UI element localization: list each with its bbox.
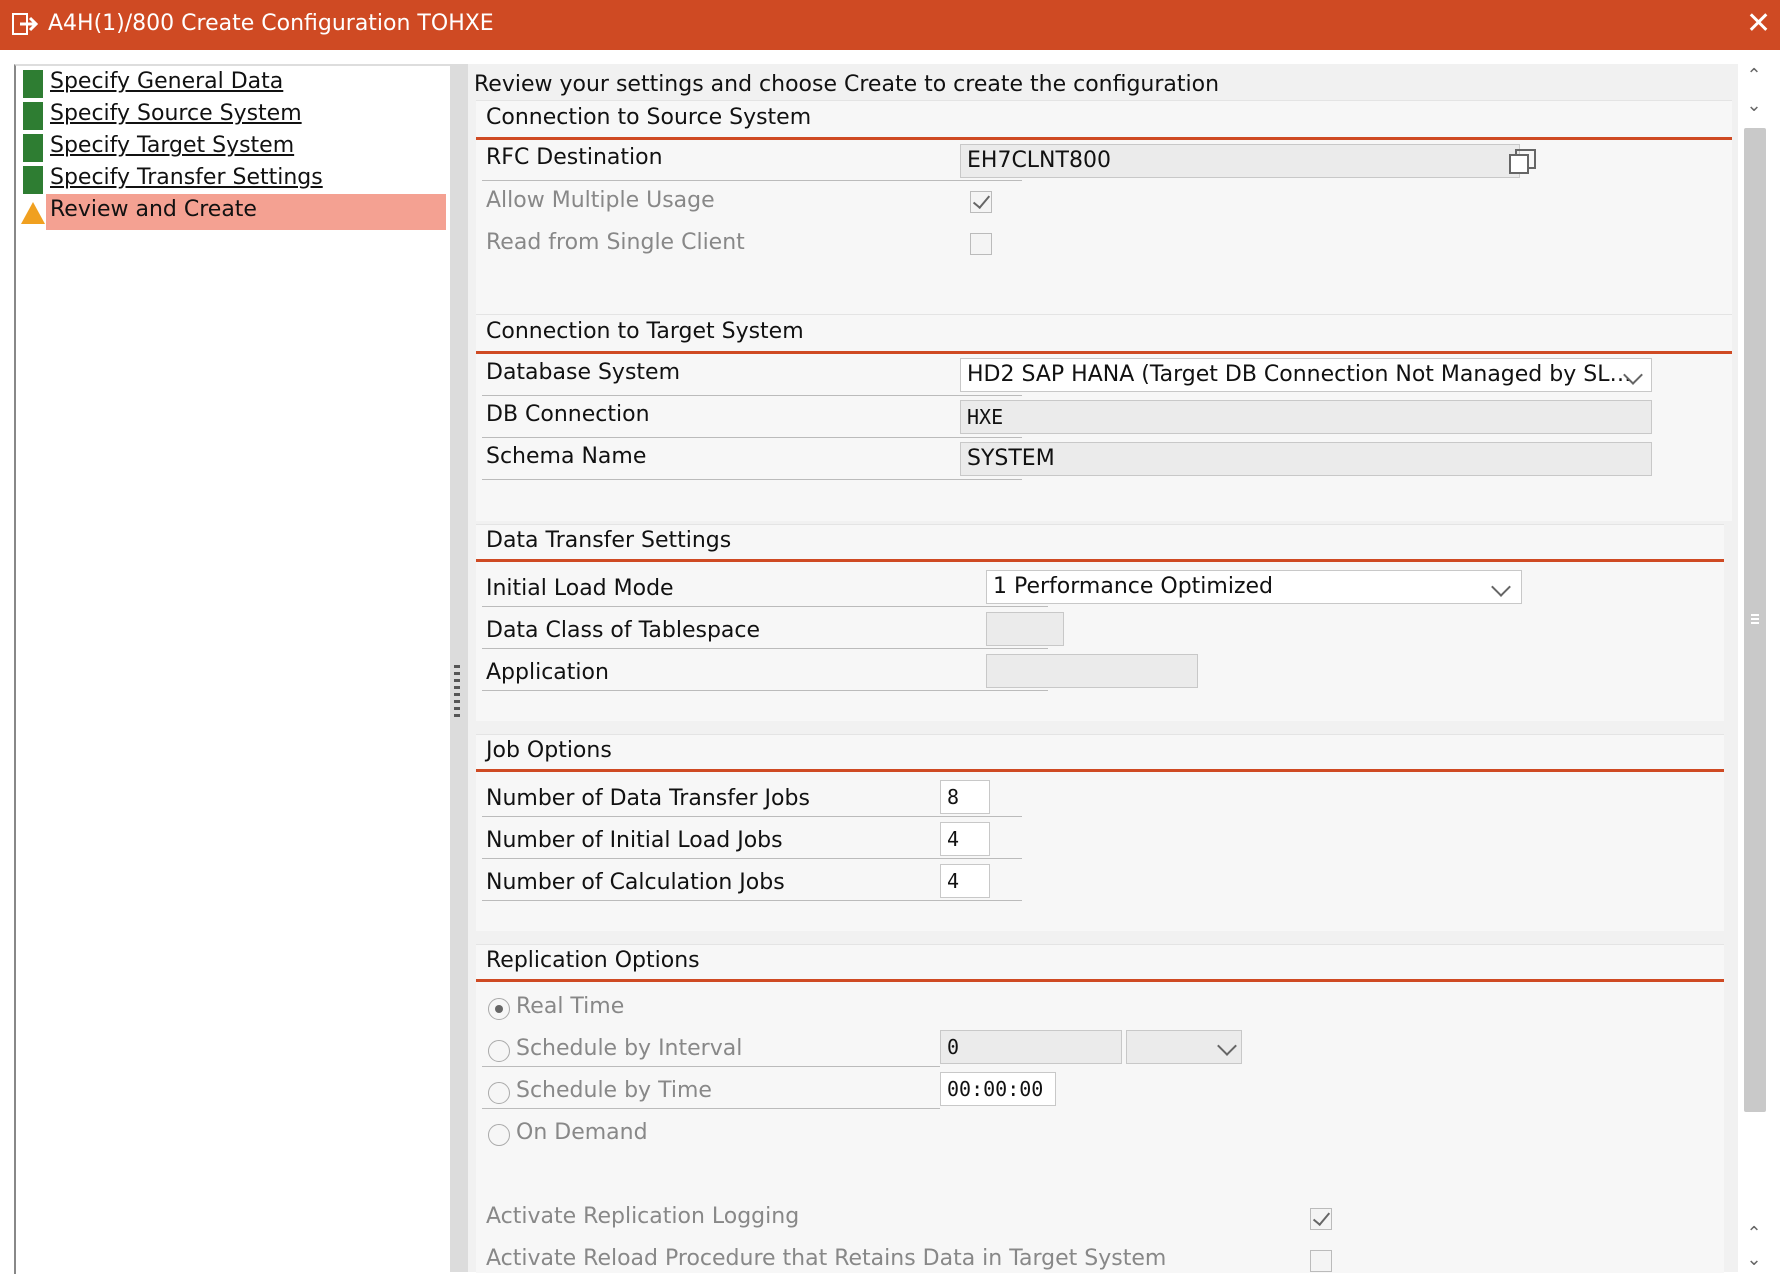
close-icon[interactable]: ✕ <box>1746 4 1771 44</box>
wizard-step-label[interactable]: Specify Transfer Settings <box>50 165 323 190</box>
section-divider <box>476 979 1724 982</box>
data-class-tablespace-label: Data Class of Tablespace <box>486 618 761 643</box>
section-divider <box>476 769 1724 772</box>
database-system-dropdown[interactable]: HD2 SAP HANA (Target DB Connection Not M… <box>960 358 1652 392</box>
schedule-time-label: Schedule by Time <box>516 1078 712 1103</box>
row-line <box>482 1066 940 1067</box>
application-field[interactable] <box>986 654 1198 688</box>
section-divider <box>476 137 1732 140</box>
step-complete-icon <box>23 134 43 162</box>
replication-logging-checkbox[interactable] <box>1310 1207 1332 1230</box>
real-time-radio[interactable] <box>488 998 510 1020</box>
row-line <box>482 900 1022 901</box>
scroll-up-icon[interactable]: ⌃ <box>1742 1222 1766 1246</box>
allow-multiple-usage-checkbox[interactable] <box>970 190 992 213</box>
section-divider <box>476 559 1724 562</box>
wizard-step-label[interactable]: Specify Target System <box>50 133 294 158</box>
section-title: Connection to Target System <box>486 319 804 344</box>
wizard-step-review-create[interactable]: Review and Create <box>20 194 446 230</box>
real-time-label: Real Time <box>516 994 625 1019</box>
read-single-client-checkbox[interactable] <box>970 233 992 255</box>
window-title-bar: A4H(1)/800 Create Configuration TOHXE ✕ <box>0 0 1780 50</box>
initial-load-jobs-label: Number of Initial Load Jobs <box>486 828 783 853</box>
rfc-destination-label: RFC Destination <box>486 145 663 170</box>
step-complete-icon <box>23 166 43 194</box>
calculation-jobs-field[interactable]: 4 <box>940 864 990 898</box>
rfc-destination-field[interactable]: EH7CLNT800 <box>960 144 1520 178</box>
section-title: Replication Options <box>486 948 700 973</box>
intro-text: Review your settings and choose Create t… <box>474 72 1220 97</box>
exit-arrow-icon <box>12 13 38 35</box>
on-demand-radio[interactable] <box>488 1124 510 1146</box>
schedule-interval-label: Schedule by Interval <box>516 1036 743 1061</box>
wizard-step-target-system[interactable]: Specify Target System <box>20 130 446 164</box>
row-line <box>482 690 1048 691</box>
row-line <box>482 858 1022 859</box>
warning-triangle-icon <box>21 202 45 224</box>
schedule-time-radio[interactable] <box>488 1082 510 1104</box>
initial-load-mode-label: Initial Load Mode <box>486 576 674 601</box>
schema-name-field[interactable]: SYSTEM <box>960 442 1652 476</box>
row-line <box>482 180 1022 181</box>
row-line <box>482 816 1022 817</box>
wizard-step-label[interactable]: Specify Source System <box>50 101 302 126</box>
scroll-down-icon[interactable]: ⌄ <box>1742 1248 1766 1272</box>
allow-multiple-usage-label: Allow Multiple Usage <box>486 188 715 213</box>
schedule-interval-radio[interactable] <box>488 1040 510 1062</box>
splitter-grip-icon[interactable] <box>454 665 460 721</box>
step-complete-icon <box>23 102 43 130</box>
read-single-client-label: Read from Single Client <box>486 230 745 255</box>
data-transfer-jobs-field[interactable]: 8 <box>940 780 990 814</box>
db-connection-label: DB Connection <box>486 402 650 427</box>
scrollbar-grip-icon[interactable] <box>1751 614 1759 626</box>
schedule-time-field[interactable]: 00:00:00 <box>940 1072 1056 1106</box>
row-line <box>482 437 1022 438</box>
schema-name-label: Schema Name <box>486 444 647 469</box>
row-line <box>482 606 1048 607</box>
wizard-step-label[interactable]: Specify General Data <box>50 69 283 94</box>
row-line <box>482 648 1048 649</box>
scroll-down-icon[interactable]: ⌄ <box>1742 94 1766 118</box>
row-line <box>482 479 1022 480</box>
reload-procedure-checkbox[interactable] <box>1310 1250 1332 1272</box>
calculation-jobs-label: Number of Calculation Jobs <box>486 870 785 895</box>
row-line <box>482 395 1022 396</box>
wizard-steps-panel: Specify General Data Specify Source Syst… <box>14 64 452 1274</box>
step-complete-icon <box>23 70 43 98</box>
data-transfer-jobs-label: Number of Data Transfer Jobs <box>486 786 810 811</box>
interval-value-field[interactable]: 0 <box>940 1030 1122 1064</box>
wizard-step-general-data[interactable]: Specify General Data <box>20 66 446 100</box>
database-system-label: Database System <box>486 360 681 385</box>
db-connection-field[interactable]: HXE <box>960 400 1652 434</box>
initial-load-jobs-field[interactable]: 4 <box>940 822 990 856</box>
data-class-tablespace-field[interactable] <box>986 612 1064 646</box>
section-title: Connection to Source System <box>486 105 812 130</box>
reload-procedure-label: Activate Reload Procedure that Retains D… <box>486 1246 1167 1271</box>
on-demand-label: On Demand <box>516 1120 648 1145</box>
row-line <box>482 1108 940 1109</box>
section-source-system <box>476 100 1732 333</box>
section-title: Data Transfer Settings <box>486 528 732 553</box>
section-divider <box>476 351 1732 354</box>
section-title: Job Options <box>486 738 612 763</box>
initial-load-mode-dropdown[interactable]: 1 Performance Optimized <box>986 570 1522 604</box>
application-label: Application <box>486 660 609 685</box>
wizard-step-source-system[interactable]: Specify Source System <box>20 98 446 132</box>
wizard-step-transfer-settings[interactable]: Specify Transfer Settings <box>20 162 446 196</box>
scroll-up-icon[interactable]: ⌃ <box>1742 64 1766 88</box>
window-title: A4H(1)/800 Create Configuration TOHXE <box>48 11 494 36</box>
wizard-step-label[interactable]: Review and Create <box>50 197 257 222</box>
value-help-icon[interactable] <box>1508 147 1538 177</box>
replication-logging-label: Activate Replication Logging <box>486 1204 800 1229</box>
